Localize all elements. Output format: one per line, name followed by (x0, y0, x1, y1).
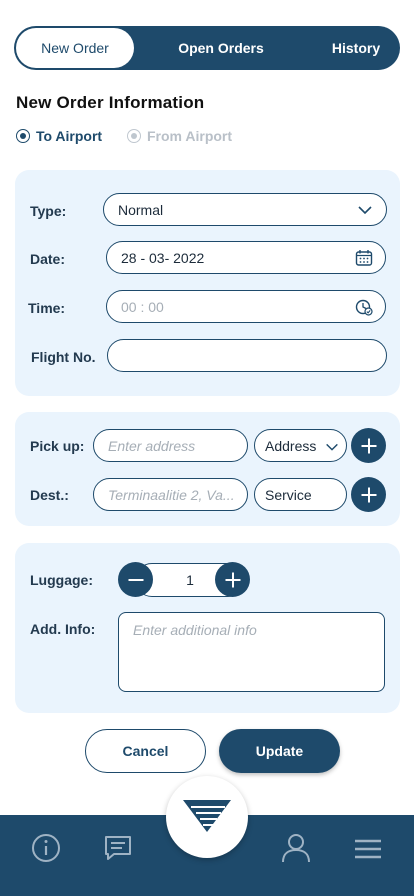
type-label: Type: (30, 203, 67, 219)
destination-kind-select[interactable]: Service (254, 478, 347, 511)
order-tabs: New Order Open Orders History (14, 26, 400, 70)
type-value: Normal (118, 201, 164, 218)
date-field[interactable]: 28 - 03- 2022 (106, 241, 386, 274)
luggage-increment-button[interactable] (215, 562, 250, 597)
info-icon[interactable] (30, 832, 62, 864)
info-label: Add. Info: (30, 621, 96, 637)
radio-from-airport[interactable]: From Airport (127, 128, 232, 144)
time-value: 00 : 00 (121, 298, 164, 315)
date-label: Date: (30, 251, 66, 267)
add-pickup-button[interactable] (351, 428, 386, 463)
logo-icon (183, 800, 231, 832)
additional-info-textarea[interactable]: Enter additional info (118, 612, 385, 692)
pickup-placeholder: Enter address (108, 437, 196, 454)
date-value: 28 - 03- 2022 (121, 249, 205, 266)
chat-icon[interactable] (102, 832, 134, 864)
pickup-kind-select[interactable]: Address (254, 429, 347, 462)
calendar-icon[interactable] (355, 249, 373, 267)
chevron-down-icon (326, 443, 338, 451)
dest-placeholder: Terminaalitie 2, Va... (108, 486, 233, 503)
flight-number-input[interactable] (107, 339, 387, 372)
pickup-kind-value: Address (265, 437, 317, 454)
cancel-button[interactable]: Cancel (85, 729, 206, 773)
add-destination-button[interactable] (351, 477, 386, 512)
pickup-label: Pick up: (30, 438, 85, 454)
radio-selected-icon (16, 129, 30, 143)
user-icon[interactable] (280, 832, 312, 864)
page-title: New Order Information (16, 93, 205, 112)
time-field[interactable]: 00 : 00 (106, 290, 386, 323)
order-info-card: Type: Normal Date: 28 - 03- 2022 Time: 0… (15, 170, 400, 396)
tab-history[interactable]: History (298, 28, 414, 68)
route-card: Pick up: Enter address Address Dest.: Te… (15, 412, 400, 526)
flight-label: Flight No. (31, 349, 96, 365)
tab-new-order[interactable]: New Order (16, 28, 134, 68)
luggage-decrement-button[interactable] (118, 562, 153, 597)
time-label: Time: (28, 300, 66, 316)
dest-kind-value: Service (265, 486, 312, 503)
home-logo-button[interactable] (166, 776, 248, 858)
chevron-down-icon (358, 206, 372, 215)
destination-address-input[interactable]: Terminaalitie 2, Va... (93, 478, 248, 511)
radio-from-airport-label: From Airport (147, 128, 233, 144)
luggage-label: Luggage: (30, 572, 93, 588)
clock-icon[interactable] (355, 298, 373, 316)
radio-to-airport[interactable]: To Airport (16, 128, 102, 144)
menu-icon[interactable] (352, 832, 384, 864)
extras-card: Luggage: 1 Add. Info: Enter additional i… (15, 543, 400, 713)
radio-disabled-icon (127, 129, 141, 143)
dest-label: Dest.: (30, 487, 69, 503)
tab-open-orders[interactable]: Open Orders (148, 28, 294, 68)
pickup-address-input[interactable]: Enter address (93, 429, 248, 462)
radio-to-airport-label: To Airport (36, 128, 103, 144)
info-placeholder: Enter additional info (133, 622, 257, 638)
type-select[interactable]: Normal (103, 193, 387, 226)
update-button[interactable]: Update (219, 729, 340, 773)
